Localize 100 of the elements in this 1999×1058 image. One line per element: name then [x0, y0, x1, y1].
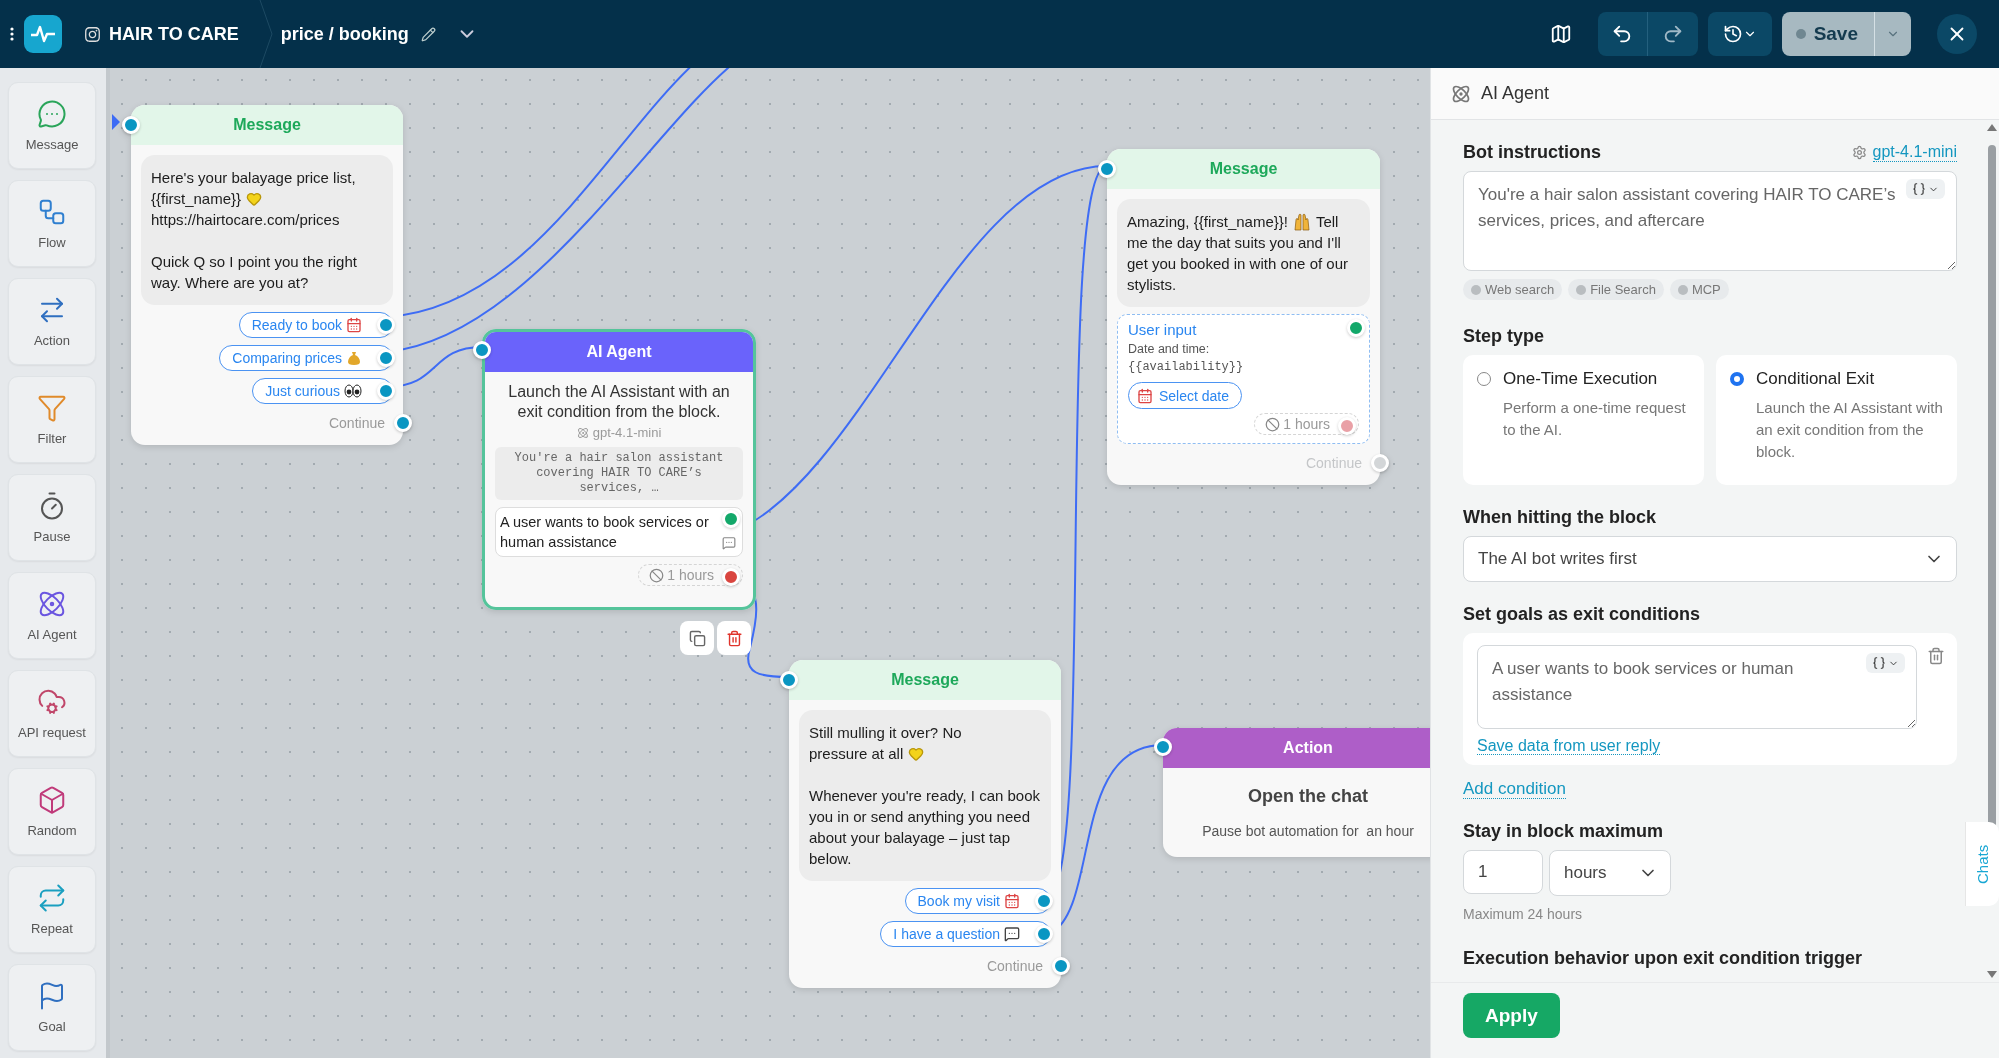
message-text: me the day that suits you and I'll get you booked in with one of our stylists. — [1127, 233, 1349, 295]
timeout-text: 1 hours — [667, 567, 714, 583]
palette-label: Filter — [37, 431, 67, 446]
tool-chip[interactable]: Web search — [1463, 279, 1563, 300]
section-label: When hitting the block — [1463, 507, 1657, 528]
repeat-icon — [37, 883, 67, 913]
action-title: Open the chat — [1247, 786, 1369, 807]
section-label: Execution behavior upon exit condition trigger — [1463, 948, 1864, 969]
connection-port[interactable] — [1035, 892, 1053, 910]
connection-port[interactable] — [473, 341, 491, 359]
node-title: Message — [1209, 160, 1278, 178]
atom-icon — [576, 426, 589, 439]
calendar-icon — [1004, 893, 1020, 909]
connection-port[interactable] — [377, 382, 395, 400]
input-title: User input — [1128, 321, 1197, 338]
unit-select[interactable]: hours — [1549, 850, 1671, 896]
step-type-option[interactable]: One-Time Execution Perform a one-time request to the AI. — [1463, 355, 1704, 485]
connection-port[interactable] — [722, 510, 740, 528]
connection-port[interactable] — [1052, 957, 1070, 975]
start-mode-select[interactable]: The AI bot writes first — [1463, 536, 1957, 582]
palette-label: AI Agent — [27, 627, 77, 642]
block-palette-item[interactable]: AI Agent — [8, 572, 96, 659]
connection-port[interactable] — [394, 414, 412, 432]
chat-bubble-icon — [37, 99, 67, 129]
hint-text: Maximum 24 hours — [1463, 906, 1584, 922]
block-palette-item[interactable]: Message — [8, 82, 96, 169]
block-palette-item[interactable]: API request — [8, 670, 96, 757]
variable-text: {{availability}} — [1128, 360, 1244, 374]
node-title: Message — [891, 671, 959, 689]
select-date-button[interactable]: Select date — [1128, 382, 1243, 409]
block-palette-item[interactable]: Goal — [8, 964, 96, 1051]
node-title: Action — [1283, 739, 1333, 757]
instructions-field[interactable]: You're a hair salon assistant covering HAIR TO CARE’s services, prices, and aftercare — [1463, 171, 1957, 271]
prompt-preview: You're a hair salon assistant covering HAIR TO CARE’s services, … — [495, 447, 743, 500]
flow-name: price / booking — [280, 23, 409, 45]
tool-chip[interactable]: MCP — [1669, 279, 1729, 300]
block-palette-item[interactable]: Action — [8, 278, 96, 365]
continue-label: Continue — [328, 415, 385, 431]
palette-label: Action — [33, 333, 71, 348]
model-label: gpt-4.1-mini — [592, 425, 662, 440]
braces-icon — [1912, 182, 1926, 196]
scroll-up-icon — [1987, 124, 1997, 131]
save-data-link[interactable]: Save data from user reply — [1477, 737, 1661, 755]
radio-button[interactable] — [1730, 372, 1744, 386]
speech-bubble-icon — [1004, 926, 1020, 942]
no-entry-icon — [1265, 416, 1281, 432]
flow-icon — [37, 197, 67, 227]
step-type-option[interactable]: Conditional Exit Launch the AI Assistant with an exit condition from the block. — [1716, 355, 1957, 485]
delete-button[interactable] — [717, 621, 751, 655]
logo-icon[interactable] — [24, 15, 62, 53]
section-label: Bot instructions — [1463, 142, 1601, 163]
block-palette-item[interactable]: Filter — [8, 376, 96, 463]
eyes-icon — [344, 383, 362, 399]
connection-port[interactable] — [780, 671, 798, 689]
block-palette-item[interactable]: Random — [8, 768, 96, 855]
start-arrow-icon — [112, 114, 120, 130]
option-description: Perform a one-time request to the AI. — [1503, 398, 1687, 440]
money-bag-icon — [346, 350, 362, 366]
calendar-icon — [1137, 387, 1153, 404]
trash-icon — [725, 629, 743, 647]
breadcrumb-separator — [258, 0, 273, 68]
option-description: Launch the AI Assistant with an exit condition from the block. — [1756, 398, 1944, 462]
option-title: One-Time Execution — [1503, 369, 1659, 389]
option-title: Conditional Exit — [1756, 369, 1876, 389]
block-palette-item[interactable]: Repeat — [8, 866, 96, 953]
message-text: Quick Q so I point you the right way. Where are you at? — [151, 252, 358, 293]
block-palette-item[interactable]: Flow — [8, 180, 96, 267]
connection-port[interactable] — [1154, 738, 1172, 756]
atom-icon — [1451, 83, 1471, 104]
filter-icon — [37, 393, 67, 423]
connection-port[interactable] — [377, 316, 395, 334]
condition-text: A user wants to book services or human assistance — [500, 514, 709, 550]
section-label: Stay in block maximum — [1463, 821, 1665, 842]
block-palette-item[interactable]: Pause — [8, 474, 96, 561]
node-title: Message — [233, 116, 301, 134]
chat-icon — [722, 536, 736, 550]
duplicate-button[interactable] — [680, 621, 714, 655]
variable-button[interactable] — [1866, 653, 1905, 673]
delete-icon[interactable] — [1927, 647, 1945, 665]
connection-port[interactable] — [1035, 925, 1053, 943]
message-text: Still mulling it over? No — [809, 723, 962, 743]
raised-hands-icon — [1292, 212, 1311, 231]
variable-button[interactable] — [1906, 179, 1945, 199]
close-button[interactable] — [1937, 14, 1977, 54]
cube-icon — [37, 785, 67, 815]
atom-icon — [37, 589, 67, 619]
duration-field[interactable]: 1 — [1463, 850, 1543, 894]
connection-port[interactable] — [1347, 319, 1365, 337]
message-text: {{first_name}} — [151, 189, 242, 209]
connection-port[interactable] — [377, 349, 395, 367]
connection-port[interactable] — [1098, 160, 1116, 178]
message-text: Whenever you're ready, I can book you in or send anything you need about your balayage – just tap below. — [809, 786, 1041, 869]
tool-chip[interactable]: File Search — [1568, 279, 1664, 300]
message-text: pressure at all — [809, 744, 904, 764]
connection-port[interactable] — [122, 116, 140, 134]
condition-field[interactable]: A user wants to book services or human assistance — [1477, 645, 1917, 729]
action-detail: Pause bot automation for an hour — [1201, 823, 1415, 841]
radio-button[interactable] — [1477, 372, 1491, 386]
connection-port[interactable] — [722, 568, 740, 586]
palette-label: Message — [25, 137, 79, 152]
